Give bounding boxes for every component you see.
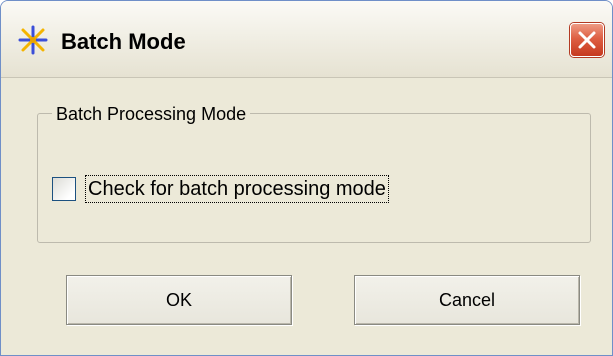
title-bar[interactable]: Batch Mode — [1, 1, 612, 78]
ok-button[interactable]: OK — [66, 275, 292, 325]
window-title: Batch Mode — [61, 29, 186, 54]
batch-mode-dialog: Batch Mode Batch Processing Mode Check f… — [0, 0, 613, 356]
close-button[interactable] — [570, 23, 604, 57]
cancel-button[interactable]: Cancel — [354, 275, 580, 325]
close-icon — [578, 31, 596, 49]
checkbox-label[interactable]: Check for batch processing mode — [85, 175, 389, 203]
batch-mode-checkbox[interactable] — [52, 177, 76, 201]
group-label: Batch Processing Mode — [52, 104, 251, 124]
batch-star-icon — [18, 25, 48, 55]
